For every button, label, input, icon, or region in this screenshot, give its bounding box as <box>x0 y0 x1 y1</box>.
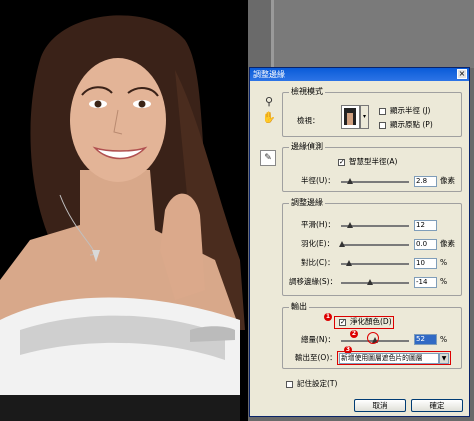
shift-edge-field[interactable]: -14 <box>414 277 437 288</box>
output-to-label: 輸出至(O)： <box>295 353 337 362</box>
portrait-photo <box>0 0 248 421</box>
radius-unit: 像素 <box>440 176 455 185</box>
hand-icon[interactable]: ✋ <box>262 111 276 125</box>
amount-label: 總量(N)： <box>301 335 335 344</box>
amount-thumb-highlight <box>367 332 379 344</box>
decontaminate-label: 淨化顏色(D) <box>350 317 392 326</box>
shift-edge-slider[interactable] <box>341 279 409 285</box>
edge-detection-group: 邊緣偵測 ✓ 智慧型半徑(A) 半徑(U)： 2.8 像素 <box>282 142 462 192</box>
remember-settings-checkbox[interactable] <box>286 381 293 388</box>
smooth-label: 平滑(H)： <box>301 220 335 229</box>
shift-edge-slider-thumb[interactable] <box>367 279 374 285</box>
callout-marker-2: 2 <box>350 330 358 338</box>
view-dropdown-arrow-icon[interactable]: ▾ <box>360 105 369 129</box>
portrait-illustration <box>0 0 248 421</box>
cancel-button[interactable]: 取消 <box>354 399 406 412</box>
remember-settings-label: 記住設定(T) <box>297 379 338 388</box>
output-title: 輸出 <box>289 302 309 312</box>
output-to-dropdown-arrow-icon[interactable]: ▼ <box>439 353 449 364</box>
show-original-checkbox[interactable] <box>379 122 386 129</box>
ok-button[interactable]: 確定 <box>411 399 463 412</box>
smart-radius-checkbox[interactable]: ✓ <box>338 159 345 166</box>
radius-slider[interactable] <box>341 178 409 184</box>
output-group: 輸出 1 ✓ 淨化顏色(D) 總量(N)： 2 52 % 3 輸出至(O)： 新… <box>282 302 462 369</box>
amount-field[interactable]: 52 <box>414 334 437 345</box>
smooth-field[interactable]: 12 <box>414 220 437 231</box>
smooth-slider-thumb[interactable] <box>346 222 353 228</box>
contrast-slider-thumb[interactable] <box>345 260 352 266</box>
contrast-field[interactable]: 10 <box>414 258 437 269</box>
view-mode-title: 檢視模式 <box>289 87 325 97</box>
smart-radius-label: 智慧型半徑(A) <box>349 157 398 166</box>
radius-label: 半徑(U)： <box>301 176 335 185</box>
dialog-titlebar[interactable]: 調整邊緣 × <box>250 68 469 81</box>
edge-detection-title: 邊緣偵測 <box>289 142 325 152</box>
adjust-edge-group: 調整邊緣 平滑(H)： 12 羽化(E)： 0.0 像素 對比(C)： 10 %… <box>282 198 462 296</box>
adjust-edge-title: 調整邊緣 <box>289 198 325 208</box>
refine-edge-dialog: 調整邊緣 × ⚲ ✋ ✎ 檢視模式 檢視： ▾ 顯示半徑 (J) 顯示原點 (P… <box>249 67 470 417</box>
output-to-select[interactable]: 新增使用圖層遮色片的圖層 <box>339 353 439 364</box>
zoom-icon[interactable]: ⚲ <box>262 95 276 109</box>
dialog-title: 調整邊緣 <box>253 70 285 79</box>
show-radius-label: 顯示半徑 (J) <box>390 106 431 115</box>
refine-radius-tool-icon[interactable]: ✎ <box>260 150 276 166</box>
decontaminate-checkbox[interactable]: ✓ <box>339 319 346 326</box>
feather-slider-thumb[interactable] <box>339 241 345 247</box>
feather-label: 羽化(E)： <box>301 239 335 248</box>
view-thumbnail[interactable] <box>341 105 360 129</box>
amount-unit: % <box>440 335 448 344</box>
feather-field[interactable]: 0.0 <box>414 239 437 250</box>
radius-slider-thumb[interactable] <box>346 178 353 184</box>
smooth-slider[interactable] <box>341 222 409 228</box>
callout-marker-1: 1 <box>324 313 332 321</box>
contrast-unit: % <box>440 258 448 267</box>
close-button[interactable]: × <box>457 69 467 79</box>
view-mode-group: 檢視模式 檢視： ▾ 顯示半徑 (J) 顯示原點 (P) <box>282 87 462 137</box>
contrast-label: 對比(C)： <box>301 258 335 267</box>
show-original-label: 顯示原點 (P) <box>390 120 433 129</box>
shift-edge-unit: % <box>440 277 448 286</box>
show-radius-checkbox[interactable] <box>379 108 386 115</box>
contrast-slider[interactable] <box>341 260 409 266</box>
feather-slider[interactable] <box>339 241 409 247</box>
radius-field[interactable]: 2.8 <box>414 176 437 187</box>
canvas-top-area <box>274 0 474 68</box>
feather-unit: 像素 <box>440 239 455 248</box>
view-label: 檢視： <box>297 116 320 125</box>
shift-edge-label: 調移邊緣(S)： <box>289 277 338 286</box>
